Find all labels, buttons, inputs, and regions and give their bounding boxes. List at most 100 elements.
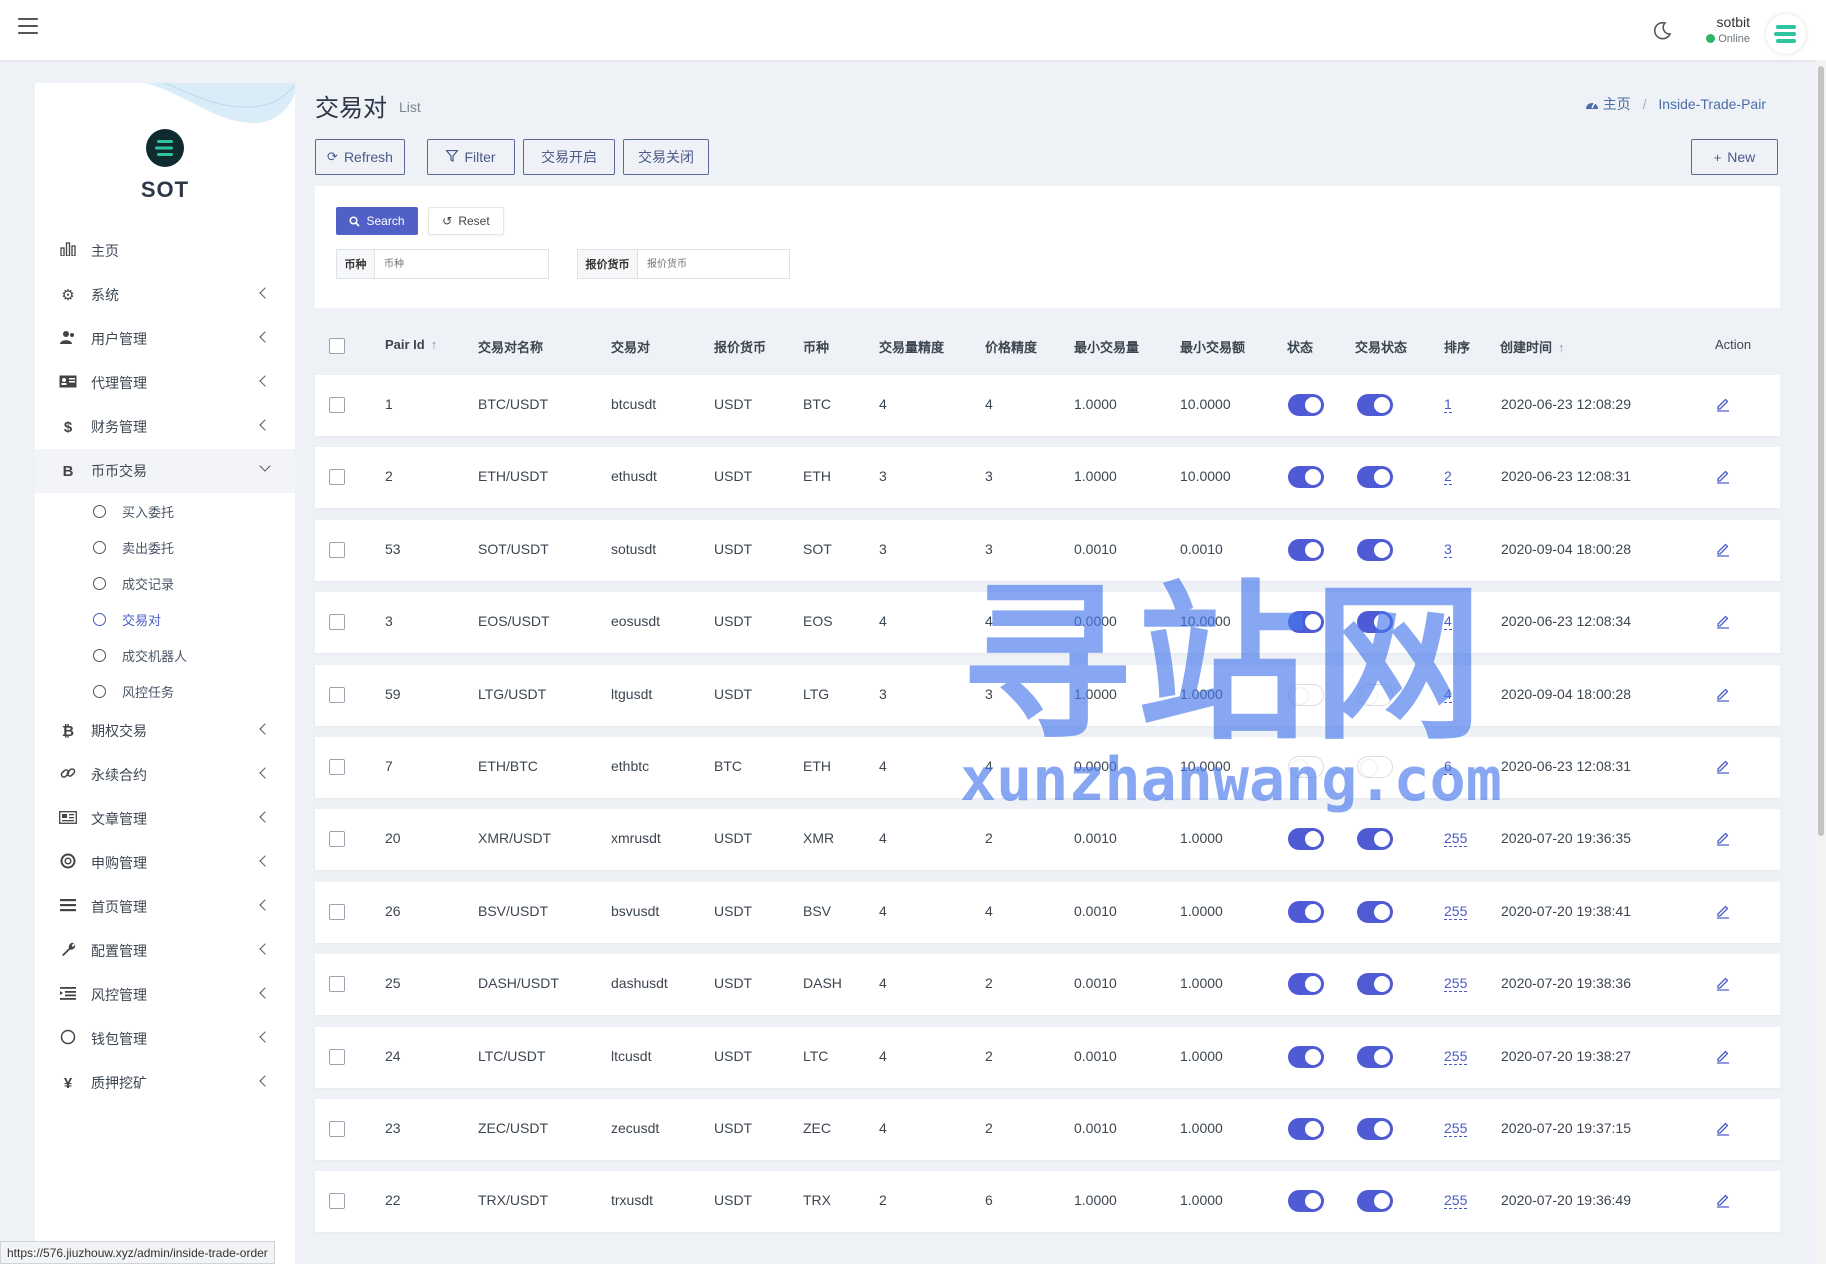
col-created-at[interactable]: 创建时间 ↑ <box>1500 337 1565 356</box>
hamburger-menu-icon[interactable] <box>18 18 38 34</box>
breadcrumb-home[interactable]: 主页 <box>1585 96 1635 112</box>
sort-order-editable[interactable]: 3 <box>1444 541 1452 558</box>
trade-status-toggle[interactable] <box>1357 756 1393 778</box>
dark-mode-moon-icon[interactable] <box>1652 21 1672 41</box>
sidebar-subitem-risk-tasks[interactable]: 风控任务 <box>35 673 295 709</box>
row-checkbox[interactable] <box>329 469 345 485</box>
row-checkbox[interactable] <box>329 542 345 558</box>
row-checkbox[interactable] <box>329 759 345 775</box>
sidebar-item-wallet[interactable]: 钱包管理 <box>35 1017 295 1061</box>
status-toggle[interactable] <box>1288 901 1324 923</box>
status-toggle[interactable] <box>1288 466 1324 488</box>
status-toggle[interactable] <box>1288 1046 1324 1068</box>
disable-trading-button[interactable]: 交易关闭 <box>623 139 709 175</box>
edit-icon[interactable] <box>1715 1048 1731 1064</box>
sidebar-item-system[interactable]: ⚙ 系统 <box>35 273 295 317</box>
edit-icon[interactable] <box>1715 1192 1731 1208</box>
col-pair-id[interactable]: Pair Id ↑ <box>385 337 437 352</box>
row-checkbox[interactable] <box>329 831 345 847</box>
reset-button[interactable]: ↺ Reset <box>428 207 504 235</box>
sidebar-subitem-sell-orders[interactable]: 卖出委托 <box>35 529 295 565</box>
status-toggle[interactable] <box>1288 756 1324 778</box>
quote-input[interactable] <box>638 250 789 278</box>
sidebar-subitem-trade-robot[interactable]: 成交机器人 <box>35 637 295 673</box>
trade-status-toggle[interactable] <box>1357 901 1393 923</box>
sort-order-editable[interactable]: 2 <box>1444 468 1452 485</box>
refresh-button[interactable]: ⟳ Refresh <box>315 139 405 175</box>
trade-status-toggle[interactable] <box>1357 973 1393 995</box>
trade-status-toggle[interactable] <box>1357 684 1393 706</box>
trade-status-toggle[interactable] <box>1357 828 1393 850</box>
sort-order-editable[interactable]: 1 <box>1444 396 1452 413</box>
scrollbar-thumb[interactable] <box>1818 66 1824 836</box>
sort-order-editable[interactable]: 255 <box>1444 1120 1468 1137</box>
sidebar-subitem-buy-orders[interactable]: 买入委托 <box>35 493 295 529</box>
row-checkbox[interactable] <box>329 1193 345 1209</box>
sidebar-item-home[interactable]: 主页 <box>35 229 295 273</box>
avatar[interactable] <box>1766 14 1806 54</box>
coin-input[interactable] <box>375 250 548 278</box>
edit-icon[interactable] <box>1715 396 1731 412</box>
sort-order-editable[interactable]: 255 <box>1444 830 1468 847</box>
trade-status-toggle[interactable] <box>1357 611 1393 633</box>
trade-status-toggle[interactable] <box>1357 539 1393 561</box>
status-toggle[interactable] <box>1288 539 1324 561</box>
edit-icon[interactable] <box>1715 686 1731 702</box>
sidebar-subitem-trade-pairs[interactable]: 交易对 <box>35 601 295 637</box>
row-checkbox[interactable] <box>329 1121 345 1137</box>
sidebar-item-homepage[interactable]: 首页管理 <box>35 885 295 929</box>
edit-icon[interactable] <box>1715 903 1731 919</box>
select-all-checkbox[interactable] <box>329 338 345 354</box>
sort-order-editable[interactable]: 255 <box>1444 975 1468 992</box>
sort-order-editable[interactable]: 6 <box>1444 758 1452 775</box>
row-checkbox[interactable] <box>329 1049 345 1065</box>
sort-order-editable[interactable]: 4 <box>1444 686 1452 703</box>
sidebar-item-staking[interactable]: ¥ 质押挖矿 <box>35 1061 295 1105</box>
trade-status-toggle[interactable] <box>1357 1046 1393 1068</box>
sort-order-editable[interactable]: 4 <box>1444 613 1452 630</box>
edit-icon[interactable] <box>1715 541 1731 557</box>
status-toggle[interactable] <box>1288 394 1324 416</box>
sidebar-item-finance[interactable]: $ 财务管理 <box>35 405 295 449</box>
status-toggle[interactable] <box>1288 828 1324 850</box>
page-scrollbar[interactable] <box>1816 60 1826 1264</box>
search-button[interactable]: Search <box>336 207 418 235</box>
status-toggle[interactable] <box>1288 611 1324 633</box>
sort-order-editable[interactable]: 255 <box>1444 903 1468 920</box>
row-checkbox[interactable] <box>329 904 345 920</box>
sidebar-item-risk-control[interactable]: 风控管理 <box>35 973 295 1017</box>
trade-status-toggle[interactable] <box>1357 394 1393 416</box>
edit-icon[interactable] <box>1715 830 1731 846</box>
user-info[interactable]: sotbit Online <box>1706 14 1750 45</box>
status-toggle[interactable] <box>1288 684 1324 706</box>
sidebar-item-perpetual[interactable]: 永续合约 <box>35 753 295 797</box>
filter-button[interactable]: Filter <box>427 139 515 175</box>
row-checkbox[interactable] <box>329 976 345 992</box>
trade-status-toggle[interactable] <box>1357 1190 1393 1212</box>
sidebar-item-options[interactable]: ₿ 期权交易 <box>35 709 295 753</box>
sidebar-item-config[interactable]: 配置管理 <box>35 929 295 973</box>
sort-order-editable[interactable]: 255 <box>1444 1048 1468 1065</box>
edit-icon[interactable] <box>1715 613 1731 629</box>
row-checkbox[interactable] <box>329 687 345 703</box>
sort-order-editable[interactable]: 255 <box>1444 1192 1468 1209</box>
status-toggle[interactable] <box>1288 973 1324 995</box>
edit-icon[interactable] <box>1715 468 1731 484</box>
status-toggle[interactable] <box>1288 1118 1324 1140</box>
edit-icon[interactable] <box>1715 758 1731 774</box>
enable-trading-button[interactable]: 交易开启 <box>523 139 615 175</box>
trade-status-toggle[interactable] <box>1357 1118 1393 1140</box>
row-checkbox[interactable] <box>329 614 345 630</box>
trade-status-toggle[interactable] <box>1357 466 1393 488</box>
sidebar-item-agents[interactable]: 代理管理 <box>35 361 295 405</box>
status-toggle[interactable] <box>1288 1190 1324 1212</box>
sidebar-item-subscription[interactable]: 申购管理 <box>35 841 295 885</box>
sidebar-item-spot-trading[interactable]: B 币币交易 <box>35 449 295 493</box>
sidebar-subitem-trade-records[interactable]: 成交记录 <box>35 565 295 601</box>
edit-icon[interactable] <box>1715 1120 1731 1136</box>
sidebar-item-users[interactable]: 用户管理 <box>35 317 295 361</box>
sidebar-item-articles[interactable]: 文章管理 <box>35 797 295 841</box>
new-button[interactable]: + New <box>1691 139 1778 175</box>
row-checkbox[interactable] <box>329 397 345 413</box>
edit-icon[interactable] <box>1715 975 1731 991</box>
